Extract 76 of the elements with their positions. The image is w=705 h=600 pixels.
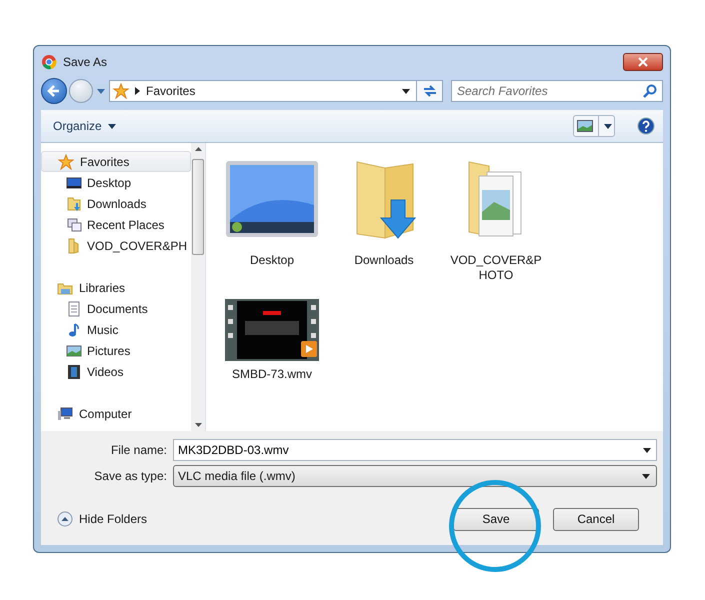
monitor-icon [66,174,82,190]
sidebar-item[interactable]: Libraries [41,277,191,298]
address-location: Favorites [146,84,196,98]
caret-icon [402,88,410,94]
sidebar-item[interactable]: Music [41,319,191,340]
address-bar[interactable]: Favorites [109,80,417,102]
scrollbar[interactable] [191,143,205,431]
scroll-thumb[interactable] [192,159,204,255]
chevron-up-icon [57,511,73,527]
refresh-icon [422,84,438,98]
back-button[interactable] [41,78,67,104]
field-label: Save as type: [93,469,168,483]
help-button[interactable] [637,117,655,135]
view-button[interactable] [573,115,615,137]
download-folder-icon [66,196,82,212]
caret-icon [97,88,105,94]
picture-icon [576,120,592,132]
sidebar-item[interactable]: Favorites [41,151,191,172]
window-title: Save As [63,55,108,69]
help-icon [637,117,655,135]
sidebar-label: Pictures [87,344,130,358]
file-name-field[interactable]: MK3D2DBD-03.wmv [173,439,657,461]
film-icon [66,364,82,380]
organize-menu[interactable]: Organize [53,119,116,133]
recent-places-icon [66,216,82,232]
app-icon [41,54,57,70]
caret-icon [642,474,650,478]
sidebar-label: Desktop [87,176,132,190]
sidebar-label: Videos [87,364,124,378]
file-name: SMBD-73.wmv [230,367,313,382]
caret-icon [643,448,651,453]
sidebar-label: Computer [79,406,132,420]
file-name: VOD_COVER&PHOTO [449,253,543,283]
down-arrow-icon [194,423,202,427]
hide-folders-button[interactable]: Hide Folders [47,511,148,527]
dialog-button[interactable]: Cancel [553,508,639,530]
sidebar-item[interactable]: Recent Places [41,214,191,235]
sidebar-item[interactable]: VOD_COVER&PH [41,235,191,256]
back-arrow-icon [47,84,61,98]
sidebar-label: Favorites [80,154,130,168]
sidebar-label: Documents [87,302,148,316]
monitor-icon [225,160,319,240]
sidebar-label: Music [87,322,118,336]
star-icon [113,83,129,99]
caret-icon [604,124,612,128]
file-item[interactable]: Downloads [328,151,440,283]
picture-icon [66,342,82,358]
sidebar-label: Recent Places [87,218,164,232]
file-type-dropdown[interactable]: VLC media file (.wmv) [173,465,657,487]
sidebar-label: Libraries [79,280,126,294]
sidebar-label: Downloads [87,196,146,210]
up-arrow-icon [194,147,202,151]
sidebar-item[interactable]: Downloads [41,193,191,214]
close-button[interactable] [623,53,663,71]
sidebar-label: VOD_COVER&PH [87,238,188,252]
document-icon [66,300,82,316]
caret-icon [108,124,116,128]
sidebar-item[interactable]: Computer [41,403,191,424]
sidebar-item[interactable]: Videos [41,361,191,382]
sidebar-item[interactable]: Documents [41,298,191,319]
file-item[interactable]: Desktop [216,151,328,283]
chevron-icon [135,87,140,95]
search-icon [643,84,657,98]
file-name: Desktop [248,253,296,268]
refresh-button[interactable] [417,80,443,102]
close-icon [638,57,648,67]
star-icon [58,154,74,170]
sidebar-item[interactable]: Pictures [41,340,191,361]
file-item[interactable]: VOD_COVER&PHOTO [440,151,552,283]
file-name: Downloads [353,253,415,268]
sidebar-item[interactable]: Desktop [41,172,191,193]
file-item[interactable]: SMBD-73.wmv [216,297,328,382]
music-note-icon [66,322,82,338]
computer-icon [57,406,73,422]
field-label: File name: [110,443,168,457]
search-field[interactable]: Search Favorites [451,80,663,102]
